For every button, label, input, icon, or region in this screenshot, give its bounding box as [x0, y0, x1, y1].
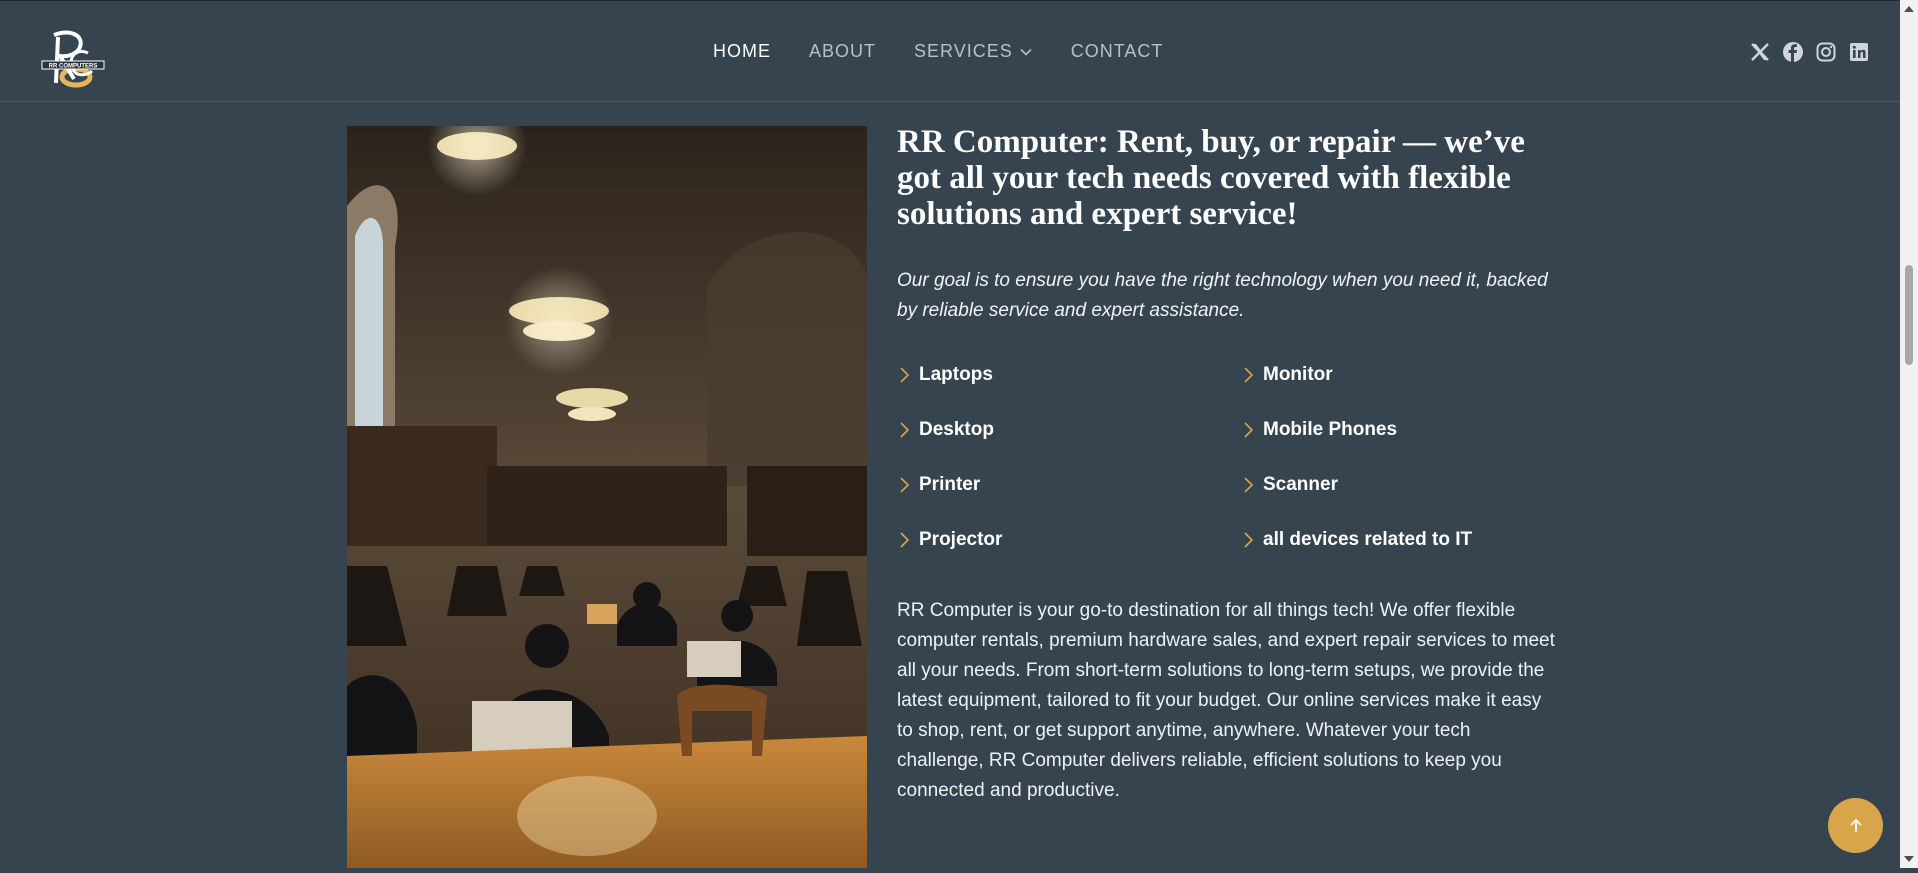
- feature-item: Laptops: [897, 361, 1241, 389]
- chevron-right-icon: [1244, 532, 1254, 548]
- chevron-right-icon: [1244, 367, 1254, 383]
- back-to-top-button[interactable]: [1828, 798, 1883, 853]
- feature-label: Mobile Phones: [1263, 419, 1398, 440]
- nav-item-contact[interactable]: CONTACT: [1071, 41, 1164, 62]
- x-icon[interactable]: [1750, 42, 1770, 62]
- chevron-right-icon: [900, 422, 910, 438]
- feature-label: Desktop: [919, 419, 994, 440]
- feature-label: Printer: [919, 474, 981, 495]
- chevron-right-icon: [900, 367, 910, 383]
- arrow-up-icon: [1849, 818, 1862, 832]
- chevron-right-icon: [1244, 422, 1254, 438]
- hero-lead: Our goal is to ensure you have the right…: [897, 270, 1548, 321]
- scroll-down-arrow-icon[interactable]: [1900, 850, 1918, 868]
- logo-text: RR COMPUTERS: [49, 64, 98, 70]
- feature-label: Monitor: [1263, 364, 1333, 385]
- feature-item: Printer: [897, 471, 1241, 499]
- feature-item: Mobile Phones: [1241, 416, 1541, 444]
- scroll-up-arrow-icon[interactable]: [1900, 0, 1918, 18]
- feature-item: Projector: [897, 526, 1241, 554]
- site-header: RR COMPUTERS HOME ABOUT SERVICES CONTACT: [0, 1, 1900, 102]
- chevron-right-icon: [900, 477, 910, 493]
- linkedin-icon[interactable]: [1849, 42, 1869, 62]
- nav-services-label: SERVICES: [914, 41, 1013, 61]
- feature-label: Scanner: [1263, 474, 1338, 495]
- feature-item: all devices related to IT: [1241, 526, 1541, 554]
- feature-label: all devices related to IT: [1263, 529, 1473, 550]
- main-nav: HOME ABOUT SERVICES CONTACT: [713, 41, 1163, 62]
- facebook-icon[interactable]: [1783, 42, 1803, 62]
- hero-content: RR Computer: Rent, buy, or repair — we’v…: [897, 124, 1557, 806]
- feature-item: Scanner: [1241, 471, 1541, 499]
- library-photo: [347, 126, 867, 868]
- nav-contact-label: CONTACT: [1070, 41, 1164, 61]
- page-scrollbar[interactable]: [1900, 0, 1918, 868]
- scrollbar-thumb[interactable]: [1905, 265, 1913, 365]
- nav-item-about[interactable]: ABOUT: [809, 41, 876, 62]
- feature-label: Laptops: [919, 364, 993, 385]
- hero-description: RR Computer is your go-to destination fo…: [897, 600, 1555, 801]
- feature-item: Monitor: [1241, 361, 1541, 389]
- feature-item: Desktop: [897, 416, 1241, 444]
- nav-about-label: ABOUT: [809, 41, 877, 61]
- site-logo[interactable]: RR COMPUTERS: [40, 27, 106, 93]
- chevron-right-icon: [1244, 477, 1254, 493]
- social-links: [1750, 42, 1869, 62]
- feature-list: Laptops Monitor Desktop Mobile Phones Pr…: [897, 361, 1557, 554]
- hero-heading: RR Computer: Rent, buy, or repair — we’v…: [897, 124, 1525, 232]
- nav-item-services[interactable]: SERVICES: [914, 41, 1033, 62]
- chevron-down-icon: [1020, 48, 1032, 56]
- nav-item-home[interactable]: HOME: [713, 41, 771, 62]
- nav-home-label: HOME: [713, 41, 771, 61]
- feature-label: Projector: [919, 529, 1003, 550]
- instagram-icon[interactable]: [1816, 42, 1836, 62]
- chevron-right-icon: [900, 532, 910, 548]
